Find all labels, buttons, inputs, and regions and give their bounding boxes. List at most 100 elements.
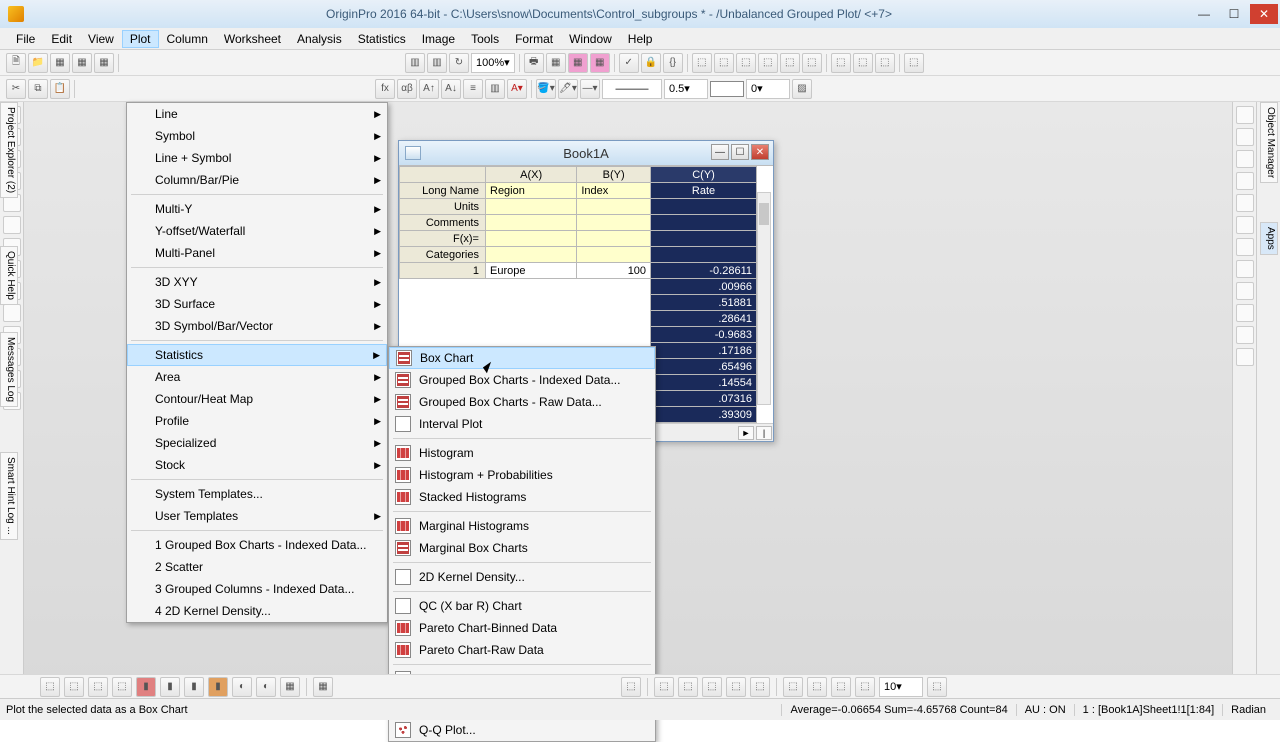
row-1[interactable]: 1 [400, 263, 486, 279]
stats-interval-plot[interactable]: Interval Plot [389, 413, 655, 435]
longname-a[interactable]: Region [486, 183, 577, 199]
btn-j[interactable]: ⬚ [904, 53, 924, 73]
import-button[interactable]: ▥ [427, 53, 447, 73]
new-graph-button[interactable]: ▦ [94, 53, 114, 73]
comments-a[interactable] [486, 215, 577, 231]
plot-3dsurface[interactable]: 3D Surface▶ [127, 293, 387, 315]
gt-6[interactable]: ▮ [160, 677, 180, 697]
stats-stacked-histogram[interactable]: Stacked Histograms [389, 486, 655, 508]
gt-17[interactable]: ⬚ [726, 677, 746, 697]
col-header-a[interactable]: A(X) [486, 167, 577, 183]
menu-plot[interactable]: Plot [122, 30, 159, 48]
fx-b[interactable] [577, 231, 651, 247]
menu-worksheet[interactable]: Worksheet [216, 30, 289, 48]
col-header-b[interactable]: B(Y) [577, 167, 651, 183]
plot-profile[interactable]: Profile▶ [127, 410, 387, 432]
messages-log-tab[interactable]: Messages Log [0, 332, 18, 407]
units-a[interactable] [486, 199, 577, 215]
r-btn-9[interactable] [1236, 282, 1254, 300]
row-units[interactable]: Units [400, 199, 486, 215]
gt-4[interactable]: ⬚ [112, 677, 132, 697]
font-size-dropdown[interactable]: 10 ▾ [879, 677, 923, 697]
longname-b[interactable]: Index [577, 183, 651, 199]
btn-c[interactable]: ⬚ [736, 53, 756, 73]
stats-histogram[interactable]: Histogram [389, 442, 655, 464]
stats-qq-plot[interactable]: Q-Q Plot... [389, 719, 655, 741]
menu-statistics[interactable]: Statistics [350, 30, 414, 48]
cell-b1[interactable]: 100 [577, 263, 651, 279]
color-swatch[interactable] [710, 81, 744, 97]
units-c[interactable] [651, 199, 757, 215]
close-button[interactable]: ✕ [1250, 4, 1278, 24]
cell-c2[interactable]: .00966 [651, 279, 757, 295]
btn-i[interactable]: ⬚ [875, 53, 895, 73]
plot-waterfall[interactable]: Y-offset/Waterfall▶ [127, 220, 387, 242]
plot-statistics[interactable]: Statistics▶ [127, 344, 387, 366]
menu-edit[interactable]: Edit [43, 30, 80, 48]
cell-c8[interactable]: .14554 [651, 375, 757, 391]
stats-box-chart[interactable]: Box Chart [389, 347, 655, 369]
menu-tools[interactable]: Tools [463, 30, 507, 48]
comments-b[interactable] [577, 215, 651, 231]
plot-contour[interactable]: Contour/Heat Map▶ [127, 388, 387, 410]
hatch-button[interactable]: ▨ [792, 79, 812, 99]
btn-f[interactable]: ⬚ [802, 53, 822, 73]
stats-grouped-box-raw[interactable]: Grouped Box Charts - Raw Data... [389, 391, 655, 413]
cell-c5[interactable]: -0.9683 [651, 327, 757, 343]
cell-c6[interactable]: .17186 [651, 343, 757, 359]
gt-14[interactable]: ⬚ [654, 677, 674, 697]
r-btn-8[interactable] [1236, 260, 1254, 278]
line-preview[interactable]: ——— [602, 79, 662, 99]
menu-view[interactable]: View [80, 30, 122, 48]
plot-line-symbol[interactable]: Line + Symbol▶ [127, 147, 387, 169]
fx-a[interactable] [486, 231, 577, 247]
line-style-button[interactable]: —▾ [580, 79, 600, 99]
gt-18[interactable]: ⬚ [750, 677, 770, 697]
r-btn-6[interactable] [1236, 216, 1254, 234]
gt-1[interactable]: ⬚ [40, 677, 60, 697]
cell-c10[interactable]: .39309 [651, 407, 757, 423]
cat-a[interactable] [486, 247, 577, 263]
duplicate-button[interactable]: ▦ [568, 53, 588, 73]
cell-c4[interactable]: .28641 [651, 311, 757, 327]
gt-7[interactable]: ▮ [184, 677, 204, 697]
recalc-button[interactable]: ✓ [619, 53, 639, 73]
gt-10[interactable]: ◐ [256, 677, 276, 697]
gt-13[interactable]: ⬚ [621, 677, 641, 697]
line-tool[interactable] [3, 304, 21, 322]
r-btn-1[interactable] [1236, 106, 1254, 124]
plot-multiy[interactable]: Multi-Y▶ [127, 198, 387, 220]
plot-area[interactable]: Area▶ [127, 366, 387, 388]
longname-c[interactable]: Rate [651, 183, 757, 199]
object-manager-tab[interactable]: Object Manager [1260, 102, 1278, 183]
cat-b[interactable] [577, 247, 651, 263]
open-template-button[interactable]: ▥ [405, 53, 425, 73]
menu-column[interactable]: Column [159, 30, 216, 48]
r-btn-12[interactable] [1236, 348, 1254, 366]
plot-specialized[interactable]: Specialized▶ [127, 432, 387, 454]
new-project-button[interactable]: 🗎 [6, 53, 26, 73]
workbook-close-button[interactable]: ✕ [751, 144, 769, 160]
menu-analysis[interactable]: Analysis [289, 30, 350, 48]
cell-a1[interactable]: Europe [486, 263, 577, 279]
align-button[interactable]: ≡ [463, 79, 483, 99]
menu-help[interactable]: Help [620, 30, 661, 48]
r-btn-4[interactable] [1236, 172, 1254, 190]
new-workbook-button[interactable]: ▦ [50, 53, 70, 73]
cell-c3[interactable]: .51881 [651, 295, 757, 311]
r-btn-3[interactable] [1236, 150, 1254, 168]
layout-button[interactable]: ▦ [546, 53, 566, 73]
plot-recent-4[interactable]: 4 2D Kernel Density... [127, 600, 387, 622]
region-tool[interactable] [3, 216, 21, 234]
plot-symbol[interactable]: Symbol▶ [127, 125, 387, 147]
plot-column-bar-pie[interactable]: Column/Bar/Pie▶ [127, 169, 387, 191]
btn-d[interactable]: ⬚ [758, 53, 778, 73]
zoom-dropdown[interactable]: 100% ▾ [471, 53, 515, 73]
menu-format[interactable]: Format [507, 30, 561, 48]
quick-help-tab[interactable]: Quick Help [0, 246, 18, 305]
menu-file[interactable]: File [8, 30, 43, 48]
code-builder-button[interactable]: {} [663, 53, 683, 73]
plot-system-templates[interactable]: System Templates... [127, 483, 387, 505]
plot-3dxyy[interactable]: 3D XYY▶ [127, 271, 387, 293]
new-excel-button[interactable]: ▦ [72, 53, 92, 73]
